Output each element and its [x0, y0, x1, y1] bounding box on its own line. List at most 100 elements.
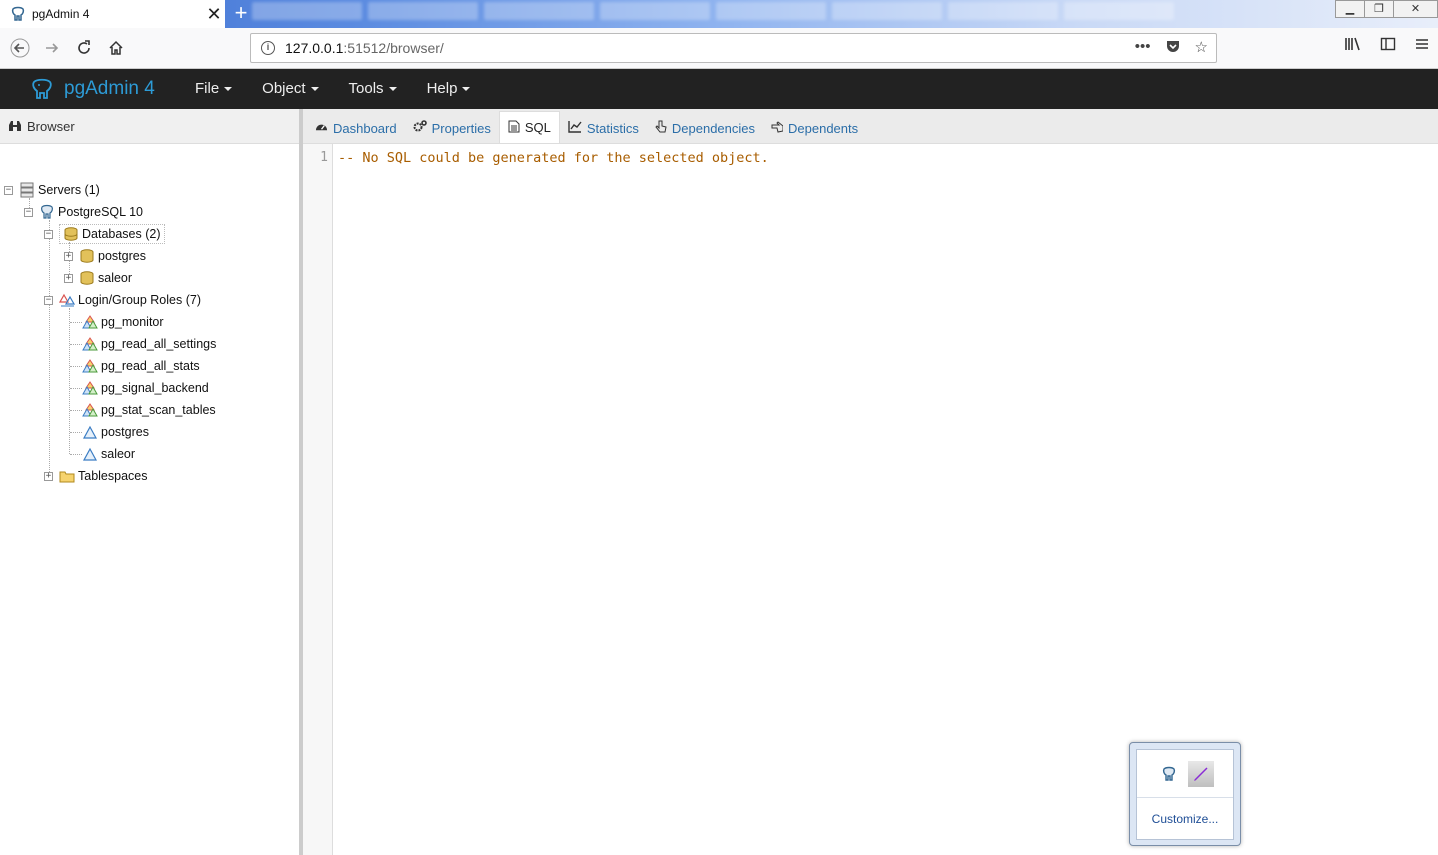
expand-icon[interactable]: + [64, 273, 73, 283]
sql-editor[interactable]: 1 -- No SQL could be generated for the s… [303, 144, 1438, 855]
collapse-icon[interactable]: − [24, 207, 33, 217]
background-tab[interactable] [600, 2, 710, 20]
background-tabs [252, 2, 1252, 24]
collapse-icon[interactable]: − [44, 229, 53, 239]
tree-label: pg_monitor [101, 315, 164, 329]
restore-icon[interactable]: ❐ [1364, 0, 1394, 18]
close-tab-icon[interactable]: ✕ [203, 4, 225, 25]
tab-sql[interactable]: SQL [498, 111, 560, 143]
background-tab[interactable] [252, 2, 362, 20]
tab-label: Dependents [788, 120, 859, 136]
window-controls: ▁ ❐ ✕ [1335, 0, 1438, 18]
background-tab[interactable] [1064, 2, 1174, 20]
home-icon[interactable] [100, 32, 132, 64]
background-tab[interactable] [832, 2, 942, 20]
expand-icon[interactable]: + [44, 471, 53, 481]
databases-icon [64, 227, 78, 241]
tree-node-databases[interactable]: − Databases (2) [44, 224, 165, 244]
browser-panel-title[interactable]: Browser [0, 109, 299, 144]
forward-icon[interactable] [36, 32, 68, 64]
new-tab-icon[interactable]: + [230, 2, 252, 24]
sql-comment-line[interactable]: -- No SQL could be generated for the sel… [338, 150, 769, 166]
tree-label: Tablespaces [78, 469, 148, 483]
group-role-icon [82, 359, 98, 373]
dashboard-icon [315, 120, 328, 136]
pocket-icon[interactable] [1165, 38, 1181, 58]
tab-dependents[interactable]: Dependents [763, 113, 866, 143]
customize-link[interactable]: Customize... [1137, 812, 1233, 826]
reload-icon[interactable] [68, 32, 100, 64]
expand-icon[interactable]: + [64, 251, 73, 261]
tab-properties[interactable]: Properties [405, 113, 499, 143]
menu-tools[interactable]: Tools [334, 69, 412, 109]
pgadmin-favicon-icon [10, 6, 26, 22]
window-close-icon[interactable]: ✕ [1393, 0, 1438, 18]
collapse-icon[interactable]: − [44, 295, 53, 305]
background-tab[interactable] [368, 2, 478, 20]
tree-node-role[interactable]: pg_monitor [82, 312, 164, 332]
menu-object[interactable]: Object [247, 69, 333, 109]
line-gutter: 1 [303, 144, 333, 855]
brand[interactable]: pgAdmin 4 [0, 77, 180, 101]
menu-object-label: Object [262, 80, 306, 97]
url-bar[interactable]: i 127.0.0.1:51512/browser/ ••• ☆ [250, 33, 1217, 63]
tab-dependencies[interactable]: Dependencies [647, 113, 763, 143]
tree-guide [49, 220, 50, 476]
tray-icon-row [1137, 750, 1233, 798]
group-role-icon [82, 403, 98, 417]
tree-node-database[interactable]: + saleor [64, 268, 132, 288]
tree-label: postgres [101, 425, 149, 439]
pgadmin-tray-icon[interactable] [1156, 761, 1182, 787]
browser-navbar: i 127.0.0.1:51512/browser/ ••• ☆ [0, 28, 1438, 69]
tree-node-database[interactable]: + postgres [64, 246, 146, 266]
login-role-icon [82, 447, 98, 461]
tree-node-role[interactable]: postgres [82, 422, 149, 442]
tree-node-role[interactable]: pg_stat_scan_tables [82, 400, 216, 420]
tab-dashboard[interactable]: Dashboard [307, 113, 405, 143]
elephant-logo-icon [32, 78, 52, 99]
tree-node-servers[interactable]: − Servers (1) [4, 180, 100, 200]
line-chart-icon [568, 120, 582, 136]
browser-tab-active[interactable]: pgAdmin 4 ✕ [0, 0, 225, 28]
bookmark-star-icon[interactable]: ☆ [1195, 38, 1208, 58]
background-tab[interactable] [716, 2, 826, 20]
gears-icon [413, 120, 427, 136]
tree-selection: Databases (2) [59, 224, 165, 244]
tree-guide [70, 454, 82, 455]
file-text-icon [508, 120, 520, 136]
tree-node-role[interactable]: pg_read_all_stats [82, 356, 200, 376]
tree-node-roles[interactable]: − Login/Group Roles (7) [44, 290, 201, 310]
tab-statistics[interactable]: Statistics [560, 113, 647, 143]
collapse-icon[interactable]: − [4, 185, 13, 195]
sidebar-toggle-icon[interactable] [1380, 36, 1396, 57]
caret-down-icon [224, 87, 233, 92]
library-icon[interactable] [1344, 36, 1362, 57]
menu-help[interactable]: Help [412, 69, 486, 109]
minimize-icon[interactable]: ▁ [1335, 0, 1365, 18]
background-tab[interactable] [484, 2, 594, 20]
tree-node-tablespaces[interactable]: + Tablespaces [44, 466, 148, 486]
tree-node-role[interactable]: pg_read_all_settings [82, 334, 216, 354]
roles-icon [59, 293, 75, 307]
page-actions-icon[interactable]: ••• [1135, 38, 1151, 58]
panel-tabs: Dashboard Properties SQL Statistics Depe… [303, 109, 1438, 144]
site-info-icon[interactable]: i [261, 41, 275, 55]
tree-guide [70, 366, 82, 367]
tab-label: Dashboard [333, 120, 397, 136]
back-icon[interactable] [4, 32, 36, 64]
hamburger-menu-icon[interactable] [1414, 36, 1430, 57]
background-tab[interactable] [948, 2, 1058, 20]
tree-label: pg_signal_backend [101, 381, 209, 395]
menu-file[interactable]: File [180, 69, 247, 109]
hand-pointer-icon [655, 120, 667, 136]
tree-guide [70, 432, 82, 433]
tree-label: Servers (1) [38, 183, 100, 197]
tree-node-role[interactable]: pg_signal_backend [82, 378, 209, 398]
tree-label: Login/Group Roles (7) [78, 293, 201, 307]
tray-popup-body: Customize... [1136, 749, 1234, 840]
tree-node-server[interactable]: − PostgreSQL 10 [24, 202, 143, 222]
pen-tray-icon[interactable] [1188, 760, 1214, 787]
tab-label: Statistics [586, 120, 639, 136]
group-role-icon [82, 337, 98, 351]
tree-node-role[interactable]: saleor [82, 444, 135, 464]
